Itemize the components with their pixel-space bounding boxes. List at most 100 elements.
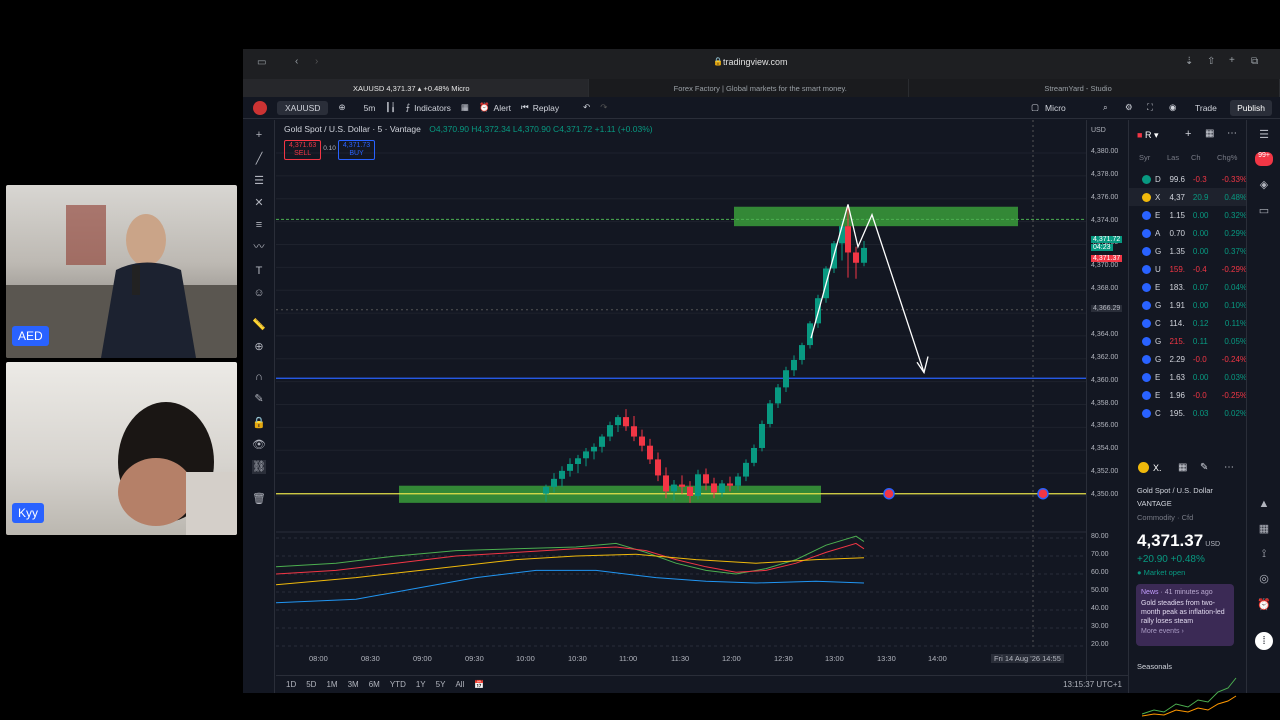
watchlist-icon[interactable]: ☰ — [1257, 128, 1271, 142]
date-range-icon[interactable]: 📅 — [474, 680, 484, 689]
visibility-icon[interactable]: 👁 — [252, 438, 266, 452]
range-all[interactable]: All — [455, 680, 464, 689]
tab-tradingview[interactable]: XAUUSD 4,371.37 ▴ +0.48% Micro — [243, 79, 589, 97]
layout-icon[interactable]: ▢ — [1031, 102, 1039, 113]
ruler-icon[interactable]: 📏 — [252, 318, 266, 332]
layers-icon[interactable]: ◈ — [1257, 178, 1271, 192]
brush-icon[interactable]: ✎ — [252, 392, 266, 406]
watchlist-row[interactable]: X 4,37 20.9 0.48% — [1129, 188, 1247, 206]
watchlist-row[interactable]: C 195. 0.03 0.02% — [1129, 404, 1247, 422]
fullscreen-icon[interactable]: ⛶ — [1147, 102, 1153, 113]
range-5d[interactable]: 5D — [306, 680, 316, 689]
seasonals-title[interactable]: Seasonals — [1137, 662, 1172, 671]
interval-button[interactable]: 5m — [364, 103, 376, 113]
col-change-pct[interactable]: Chg% — [1217, 153, 1243, 162]
col-change[interactable]: Ch — [1191, 153, 1217, 162]
share-icon[interactable]: ⇧ — [1207, 56, 1215, 67]
text-icon[interactable]: T — [252, 264, 266, 278]
lock-drawings-icon[interactable]: 🔒 — [252, 416, 266, 430]
apps-icon[interactable]: ⁞ — [1255, 632, 1273, 650]
sell-button[interactable]: 4,371.63 SELL — [284, 140, 322, 160]
hotlist-icon[interactable]: ▲ — [1257, 498, 1271, 512]
chart-canvas[interactable] — [276, 120, 1086, 680]
price-axis[interactable]: USD 4,380.00 4,378.00 4,376.00 4,374.00 4,37… — [1086, 120, 1128, 680]
camera-icon[interactable]: ◉ — [1169, 102, 1176, 113]
link-icon[interactable]: ⛓ — [252, 460, 266, 474]
notifications-badge[interactable]: 99+ — [1255, 152, 1273, 166]
tabs-overview-icon[interactable]: ⧉ — [1251, 56, 1258, 67]
range-3m[interactable]: 3M — [348, 680, 359, 689]
grid-icon[interactable]: ▦ — [1178, 462, 1187, 473]
range-1y[interactable]: 1Y — [416, 680, 426, 689]
layout-name[interactable]: Micro — [1045, 103, 1066, 113]
more-icon[interactable]: ⋯ — [1227, 128, 1237, 139]
detail-short-symbol[interactable]: X. — [1153, 463, 1162, 473]
sidebar-icon[interactable]: ▭ — [257, 57, 266, 68]
advanced-view-icon[interactable]: ▦ — [1205, 128, 1214, 139]
horizontal-lines-icon[interactable]: ☰ — [252, 174, 266, 188]
tab-streamyard[interactable]: StreamYard - Studio — [909, 79, 1280, 97]
trash-icon[interactable]: 🗑 — [252, 492, 266, 506]
watchlist-row[interactable]: G 215. 0.11 0.05% — [1129, 332, 1247, 350]
add-symbol-icon[interactable]: + — [1185, 128, 1191, 140]
watchlist-title[interactable]: ■ R ▾ — [1137, 130, 1158, 141]
indicators-button[interactable]: Indicators — [414, 103, 451, 113]
symbol-search[interactable]: XAUUSD — [277, 100, 329, 115]
pattern-icon[interactable]: 〰 — [252, 240, 266, 254]
edit-icon[interactable]: ✎ — [1200, 462, 1208, 473]
news-card[interactable]: News · 41 minutes ago Gold steadies from… — [1136, 584, 1234, 646]
currency-label[interactable]: USD — [1091, 127, 1106, 134]
zoom-icon[interactable]: ⊕ — [252, 340, 266, 354]
chat-icon[interactable]: ▭ — [1257, 204, 1271, 218]
replay-button[interactable]: Replay — [533, 103, 559, 113]
compare-add-icon[interactable]: ⊕ — [338, 102, 345, 113]
download-icon[interactable]: ⇣ — [1185, 56, 1193, 67]
watchlist-row[interactable]: E 1.96 -0.0 -0.25% — [1129, 386, 1247, 404]
pitchfork-icon[interactable]: ✕ — [252, 196, 266, 210]
range-1m[interactable]: 1M — [326, 680, 337, 689]
emoji-icon[interactable]: ☺ — [252, 286, 266, 300]
back-icon[interactable]: ‹ — [295, 56, 298, 67]
news-more-link[interactable]: More events › — [1141, 628, 1229, 635]
address-field[interactable]: tradingview.com — [723, 57, 788, 67]
range-1d[interactable]: 1D — [286, 680, 296, 689]
redo-icon[interactable]: ↷ — [600, 102, 607, 113]
alert-button[interactable]: Alert — [494, 103, 511, 113]
watchlist-row[interactable]: A 0.70 0.00 0.29% — [1129, 224, 1247, 242]
search-icon[interactable]: ⌕ — [1103, 102, 1108, 113]
range-6m[interactable]: 6M — [369, 680, 380, 689]
range-ytd[interactable]: YTD — [390, 680, 406, 689]
watchlist-row[interactable]: G 2.29 -0.0 -0.24% — [1129, 350, 1247, 368]
watchlist-row[interactable]: U 159. -0.4 -0.29% — [1129, 260, 1247, 278]
magnet-icon[interactable]: ∩ — [252, 370, 266, 384]
watchlist-row[interactable]: E 183. 0.07 0.04% — [1129, 278, 1247, 296]
new-tab-icon[interactable]: + — [1229, 55, 1235, 66]
trendline-icon[interactable]: ╱ — [252, 152, 266, 166]
alerts-panel-icon[interactable]: ⏰ — [1257, 598, 1271, 612]
detail-more-icon[interactable]: ⋯ — [1224, 462, 1234, 473]
detail-name[interactable]: Gold Spot / U.S. Dollar — [1137, 486, 1213, 495]
calendar-icon[interactable]: ▦ — [1257, 522, 1271, 536]
buy-button[interactable]: 4,371.73 BUY — [337, 140, 376, 160]
watchlist-row[interactable]: D 99.6 -0.3 -0.33% — [1129, 170, 1247, 188]
avatar[interactable] — [253, 100, 267, 115]
chart-type-icon[interactable]: ┃╽ — [385, 102, 395, 113]
watchlist-row[interactable]: E 1.63 0.00 0.03% — [1129, 368, 1247, 386]
layouts-icon[interactable]: ▦ — [461, 102, 469, 113]
settings-icon[interactable]: ⚙ — [1125, 102, 1133, 113]
watchlist-row[interactable]: G 1.91 0.00 0.10% — [1129, 296, 1247, 314]
watchlist-row[interactable]: C 114. 0.12 0.11% — [1129, 314, 1247, 332]
col-symbol[interactable]: Syr — [1139, 153, 1167, 162]
col-last[interactable]: Las — [1167, 153, 1191, 162]
price-chart[interactable]: Gold Spot / U.S. Dollar · 5 · Vantage O4… — [276, 120, 1086, 680]
time-axis[interactable]: 08:00 08:30 09:00 09:30 10:00 10:30 11:00 11:30… — [276, 654, 1086, 668]
clock[interactable]: 13:15:37 UTC+1 — [1063, 680, 1122, 689]
trade-button[interactable]: Trade — [1195, 103, 1217, 113]
ideas-icon[interactable]: ◎ — [1257, 572, 1271, 586]
publish-button[interactable]: Publish — [1230, 100, 1272, 116]
fib-icon[interactable]: ≡ — [252, 218, 266, 232]
watchlist-row[interactable]: G 1.35 0.00 0.37% — [1129, 242, 1247, 260]
undo-icon[interactable]: ↶ — [583, 102, 590, 113]
watchlist-row[interactable]: E 1.15 0.00 0.32% — [1129, 206, 1247, 224]
tab-forex-factory[interactable]: Forex Factory | Global markets for the s… — [589, 79, 910, 97]
